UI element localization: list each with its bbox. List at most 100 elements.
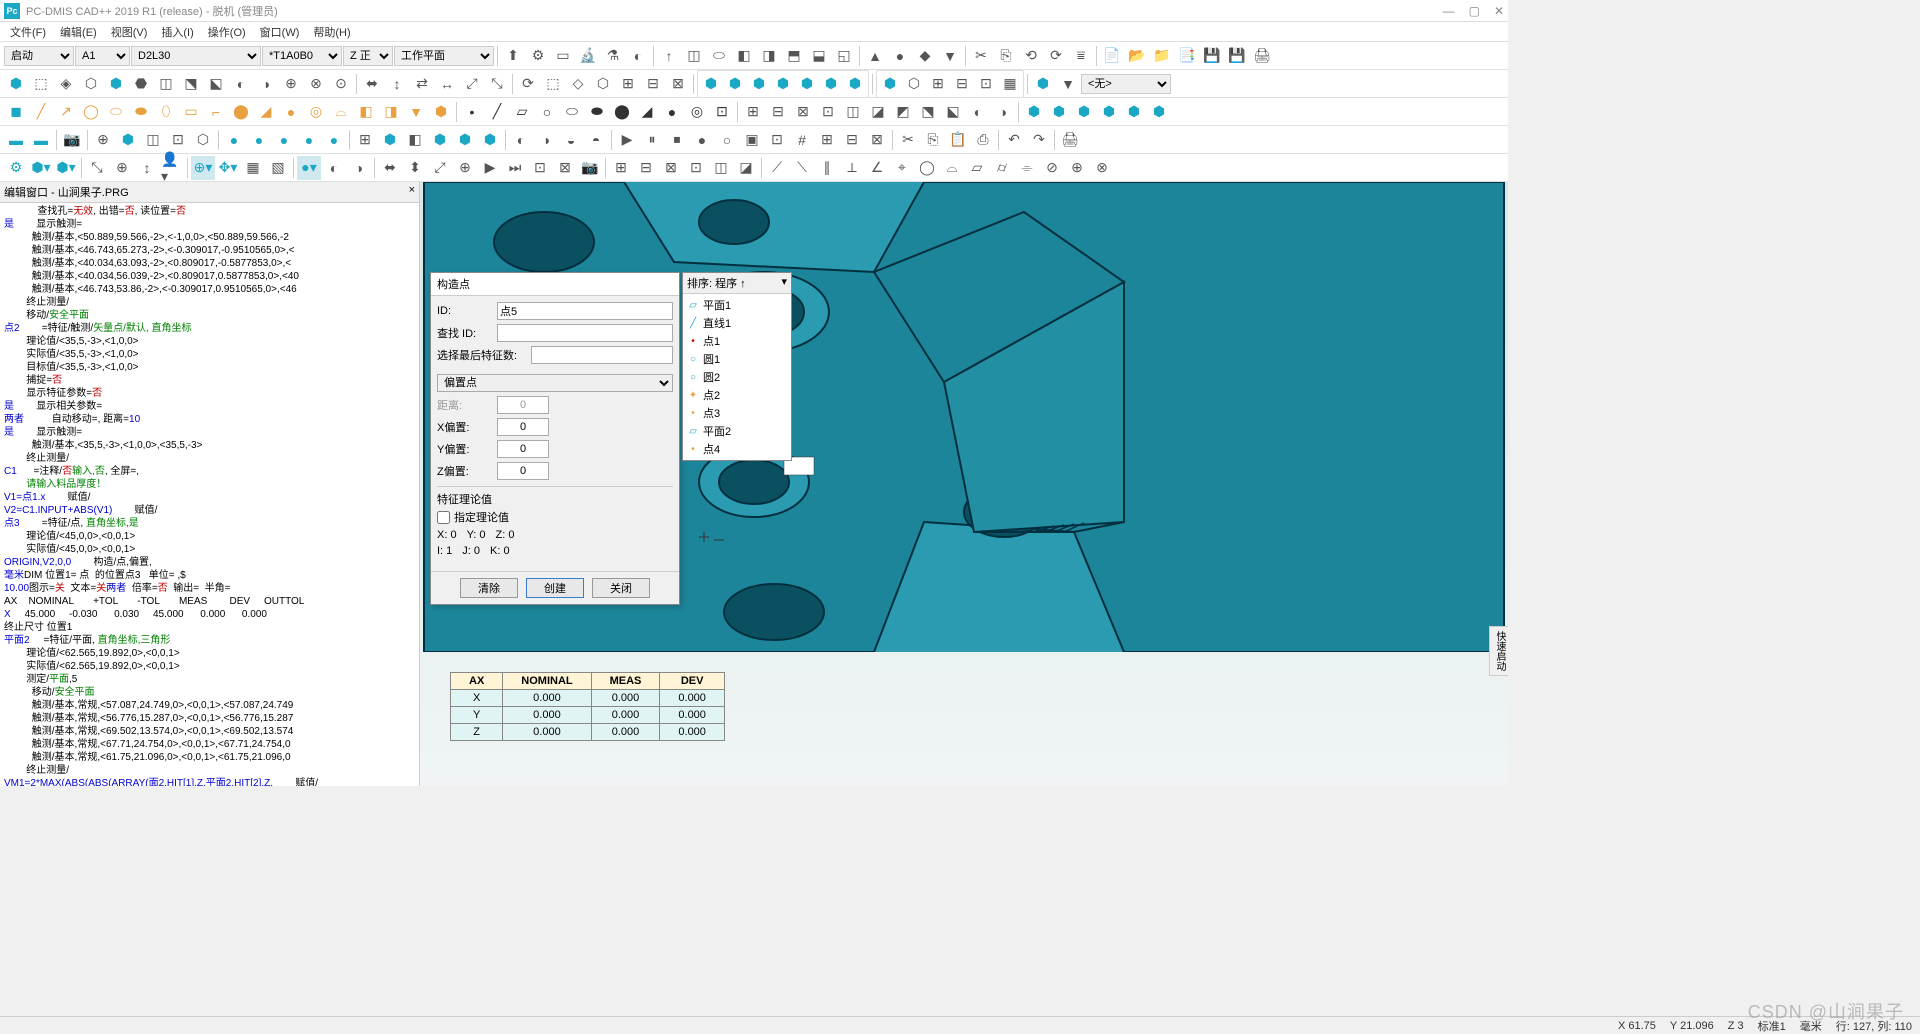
feature-item[interactable]: ╱直线1 [685, 314, 789, 332]
step-icon[interactable]: ⏭ [503, 156, 527, 180]
tool-icon[interactable]: ▣ [740, 128, 764, 152]
notch-icon[interactable]: ⌐ [204, 100, 228, 124]
cut-icon[interactable]: ✂ [896, 128, 920, 152]
sphere-icon[interactable]: ● [660, 100, 684, 124]
mode-select[interactable]: 启动 [4, 46, 74, 66]
tool-icon[interactable]: ▦ [241, 156, 265, 180]
tool-icon[interactable]: ⌓ [940, 156, 964, 180]
tool-icon[interactable]: ▼ [938, 44, 962, 68]
set-icon[interactable]: ⊡ [710, 100, 734, 124]
tool-icon[interactable]: ⬌ [378, 156, 402, 180]
tool-icon[interactable]: ⊕ [453, 156, 477, 180]
profile-icon[interactable]: ⌓ [329, 100, 353, 124]
tool-icon[interactable]: ⟳ [516, 72, 540, 96]
menu-view[interactable]: 视图(V) [105, 22, 154, 42]
tool-icon[interactable]: ⊠ [865, 128, 889, 152]
tool-icon[interactable]: ↕ [385, 72, 409, 96]
tool-icon[interactable]: ⎙ [971, 128, 995, 152]
tool-icon[interactable]: ⩸ [1069, 44, 1093, 68]
line-icon[interactable]: ╱ [29, 100, 53, 124]
line-icon[interactable]: ╱ [485, 100, 509, 124]
tool-icon[interactable]: ◱ [832, 44, 856, 68]
tool-icon[interactable]: ⊞ [741, 100, 765, 124]
tool-icon[interactable]: ⚙ [526, 44, 550, 68]
tool-icon[interactable]: ⬍ [403, 156, 427, 180]
close-dialog-button[interactable]: 关闭 [592, 578, 650, 598]
cube-icon[interactable]: ⬢ [747, 72, 771, 96]
tool-icon[interactable]: ⬚ [541, 72, 565, 96]
sphere-icon[interactable]: ●▾ [297, 156, 321, 180]
cube-icon[interactable]: ⬢ [795, 72, 819, 96]
tool-icon[interactable]: ⬡ [591, 72, 615, 96]
tool-icon[interactable]: ⟋ [765, 156, 789, 180]
tool-icon[interactable]: ⊟ [840, 128, 864, 152]
tool-icon[interactable]: ⊞ [616, 72, 640, 96]
tool-icon[interactable]: ⤡ [485, 72, 509, 96]
tool-icon[interactable]: ⊙ [329, 72, 353, 96]
cone-icon[interactable]: ◢ [254, 100, 278, 124]
cad-viewport[interactable]: 构造点 ID: 查找 ID: 选择最后特征数: 偏置点 距 [420, 182, 1508, 786]
feature-item[interactable]: •点1 [685, 332, 789, 350]
tool-icon[interactable]: # [790, 128, 814, 152]
tool-icon[interactable]: ◧ [732, 44, 756, 68]
tool-icon[interactable]: ◆ [913, 44, 937, 68]
tool-icon[interactable]: ◈ [54, 72, 78, 96]
circle-icon[interactable]: ◯ [79, 100, 103, 124]
tool-icon[interactable]: ◓ [584, 128, 608, 152]
undo-icon[interactable]: ↶ [1002, 128, 1026, 152]
redo-icon[interactable]: ↷ [1027, 128, 1051, 152]
tool-icon[interactable]: ⊗ [304, 72, 328, 96]
tool-icon[interactable]: ◑ [991, 100, 1015, 124]
cube-icon[interactable]: ⬢ [478, 128, 502, 152]
camera-icon[interactable]: 📷 [578, 156, 602, 180]
move-icon[interactable]: ✥▾ [216, 156, 240, 180]
tool-icon[interactable]: ⟂ [840, 156, 864, 180]
tool-icon[interactable]: ⊟ [634, 156, 658, 180]
tool-icon[interactable]: ◐ [229, 72, 253, 96]
menu-file[interactable]: 文件(F) [4, 22, 52, 42]
tool-icon[interactable]: ⬌ [360, 72, 384, 96]
cube-icon[interactable]: ⬢ [428, 128, 452, 152]
last-feat-input[interactable] [531, 346, 673, 364]
tool-icon[interactable]: ◐ [322, 156, 346, 180]
sort-label[interactable]: 排序: 程序 ↑ [687, 275, 746, 291]
tool-icon[interactable]: ⊠ [791, 100, 815, 124]
cube-icon[interactable]: ⬢ [1147, 100, 1171, 124]
paste-icon[interactable]: 📋 [946, 128, 970, 152]
feature-item[interactable]: ▱平面1 [685, 296, 789, 314]
cube-icon[interactable]: ⬢ [453, 128, 477, 152]
tip-select[interactable]: *T1A0B0 [262, 46, 342, 66]
a-select[interactable]: A1 [75, 46, 130, 66]
find-id-input[interactable] [497, 324, 673, 342]
feature-item[interactable]: ▱平面2 [685, 422, 789, 440]
print-icon[interactable]: 🖨 [1058, 128, 1082, 152]
cube-icon[interactable]: ⬢ [723, 72, 747, 96]
tool-icon[interactable]: ⬡ [902, 72, 926, 96]
workplane-select[interactable]: 工作平面 [394, 46, 494, 66]
tool-icon[interactable]: ⊡ [528, 156, 552, 180]
rect-icon[interactable]: ▬ [4, 128, 28, 152]
cylinder-icon[interactable]: ⬤ [610, 100, 634, 124]
slot-icon[interactable]: ⬭ [560, 100, 584, 124]
tool-icon[interactable]: ⊘ [1040, 156, 1064, 180]
cube-icon[interactable]: ⬢ [116, 128, 140, 152]
tool-icon[interactable]: ⌖ [890, 156, 914, 180]
cube-icon[interactable]: ⬢ [1072, 100, 1096, 124]
tool-icon[interactable]: ⬔ [916, 100, 940, 124]
xoff-input[interactable]: 0 [497, 418, 549, 436]
tool-icon[interactable]: ⊞ [926, 72, 950, 96]
tool-icon[interactable]: ◐ [509, 128, 533, 152]
point-icon[interactable]: • [460, 100, 484, 124]
tool-icon[interactable]: ⟲ [1019, 44, 1043, 68]
clear-button[interactable]: 清除 [460, 578, 518, 598]
sphere-icon[interactable]: ● [272, 128, 296, 152]
cube-icon[interactable]: ⬢ [1122, 100, 1146, 124]
tool-icon[interactable]: ◫ [682, 44, 706, 68]
filter-icon[interactable]: ▼ [404, 100, 428, 124]
tool-icon[interactable]: ↑ [657, 44, 681, 68]
tool-icon[interactable]: ◧ [354, 100, 378, 124]
torus-icon[interactable]: ◎ [304, 100, 328, 124]
cube-icon[interactable]: ⬢▾ [54, 156, 78, 180]
axis-select[interactable]: Z 正 [343, 46, 393, 66]
tool-icon[interactable]: ◐ [626, 44, 650, 68]
